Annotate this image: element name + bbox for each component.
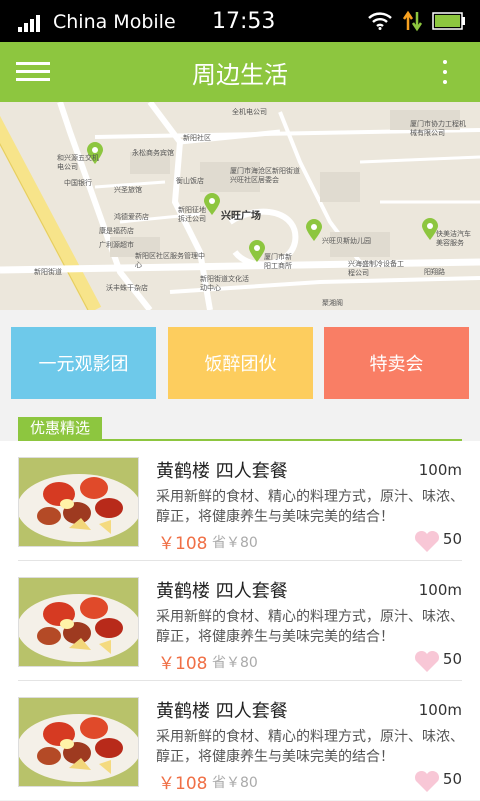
- deal-distance: 100m: [418, 581, 462, 599]
- deal-thumbnail: [18, 457, 139, 547]
- category-movie-group[interactable]: 一元观影团: [11, 327, 156, 399]
- map-label: 广利源超市: [99, 241, 134, 249]
- status-bar: China Mobile 17:53: [0, 0, 480, 42]
- deal-price: ￥108: [158, 534, 208, 554]
- app-header: 周边生活: [0, 42, 480, 102]
- carrier-name: China Mobile: [53, 11, 176, 33]
- map-label: 新阳街道文化活动中心: [200, 275, 249, 292]
- deal-list: 黄鹤楼 四人套餐 100m 采用新鲜的食材、精心的料理方式，原汁、味浓、醇正，将…: [0, 441, 480, 800]
- map-label: 兴旺贝斯幼儿园: [322, 237, 371, 245]
- deal-title: 黄鹤楼 四人套餐: [156, 581, 288, 602]
- map-label: 衡山饭店: [176, 177, 204, 185]
- deal-saving: 省￥80: [212, 655, 258, 671]
- map-label: 聚湘阁: [322, 299, 343, 307]
- battery-icon: [432, 12, 465, 30]
- map-pin-icon[interactable]: [306, 219, 322, 241]
- deal-description: 采用新鲜的食材、精心的料理方式，原汁、味浓、醇正，将健康养生与美味完美的结合！: [156, 489, 464, 525]
- map-label: 新阳社区: [183, 134, 211, 142]
- deal-likes: 50: [442, 650, 462, 668]
- deal-price: ￥108: [158, 774, 208, 794]
- deal-distance: 100m: [418, 461, 462, 479]
- clock: 17:53: [212, 9, 276, 34]
- food-image: [19, 578, 138, 666]
- map-label: 和兴源五交机电公司: [57, 154, 99, 171]
- food-image: [19, 458, 138, 546]
- map-label: 鸿德爱药店: [114, 213, 149, 221]
- deal-likes: 50: [442, 530, 462, 548]
- map-label: 兴旺广场: [221, 211, 261, 222]
- category-food-group[interactable]: 饭醉团伙: [168, 327, 313, 399]
- deal-likes: 50: [442, 770, 462, 788]
- heart-icon[interactable]: [414, 771, 440, 793]
- map-label: 中国银行: [64, 179, 92, 187]
- category-bar: 一元观影团 饭醉团伙 特卖会: [0, 310, 480, 405]
- food-image: [19, 698, 138, 786]
- deal-title: 黄鹤楼 四人套餐: [156, 701, 288, 722]
- deal-item[interactable]: 黄鹤楼 四人套餐 100m 采用新鲜的食材、精心的料理方式，原汁、味浓、醇正，将…: [0, 561, 480, 681]
- deal-item[interactable]: 黄鹤楼 四人套餐 100m 采用新鲜的食材、精心的料理方式，原汁、味浓、醇正，将…: [0, 441, 480, 561]
- map-label: 阳翔路: [424, 268, 445, 276]
- deal-title: 黄鹤楼 四人套餐: [156, 461, 288, 482]
- deal-saving: 省￥80: [212, 775, 258, 791]
- signal-icon: [18, 15, 40, 32]
- map-label: 兴圣旅馆: [114, 186, 142, 194]
- map-label: 快美洁汽车美容服务: [436, 230, 471, 247]
- map-label: 新阳区社区服务管理中心: [135, 252, 205, 269]
- wifi-icon: [368, 12, 392, 30]
- map-label: 新阳征地拆迁公司: [178, 206, 206, 223]
- category-special-sale[interactable]: 特卖会: [324, 327, 469, 399]
- more-options-icon[interactable]: [440, 58, 450, 86]
- deal-price: ￥108: [158, 654, 208, 674]
- map-label: 兴海盛制冷设备工程公司: [348, 260, 404, 277]
- deal-description: 采用新鲜的食材、精心的料理方式，原汁、味浓、醇正，将健康养生与美味完美的结合！: [156, 609, 464, 645]
- heart-icon[interactable]: [414, 531, 440, 553]
- section-title: 优惠精选: [18, 417, 102, 440]
- map-label: 全机电公司: [232, 108, 267, 116]
- deal-thumbnail: [18, 577, 139, 667]
- deal-distance: 100m: [418, 701, 462, 719]
- deal-saving: 省￥80: [212, 535, 258, 551]
- map-pin-icon[interactable]: [249, 240, 265, 262]
- map-label: 康是福药店: [99, 227, 134, 235]
- deal-description: 采用新鲜的食材、精心的料理方式，原汁、味浓、醇正，将健康养生与美味完美的结合！: [156, 729, 464, 765]
- page-title: 周边生活: [192, 61, 288, 89]
- deal-thumbnail: [18, 697, 139, 787]
- map-label: 厦门市海沧区新阳街道兴旺社区居委会: [230, 167, 300, 184]
- heart-icon[interactable]: [414, 651, 440, 673]
- data-transfer-icon: [402, 10, 423, 32]
- map-label: 新阳街道: [34, 268, 62, 276]
- deal-item[interactable]: 黄鹤楼 四人套餐 100m 采用新鲜的食材、精心的料理方式，原汁、味浓、醇正，将…: [0, 681, 480, 801]
- map-label: 永松商务宾馆: [132, 149, 174, 157]
- map-label: 厦门市新阳工商所: [264, 253, 292, 270]
- map-label: 厦门市协力工程机械有限公司: [410, 120, 466, 137]
- map-view[interactable]: 兴旺广场 永松商务宾馆 中国银行 兴圣旅馆 衡山饭店 鸿德爱药店 康是福药店 广…: [0, 102, 480, 310]
- map-label: 沃丰蛛干杂店: [106, 284, 148, 292]
